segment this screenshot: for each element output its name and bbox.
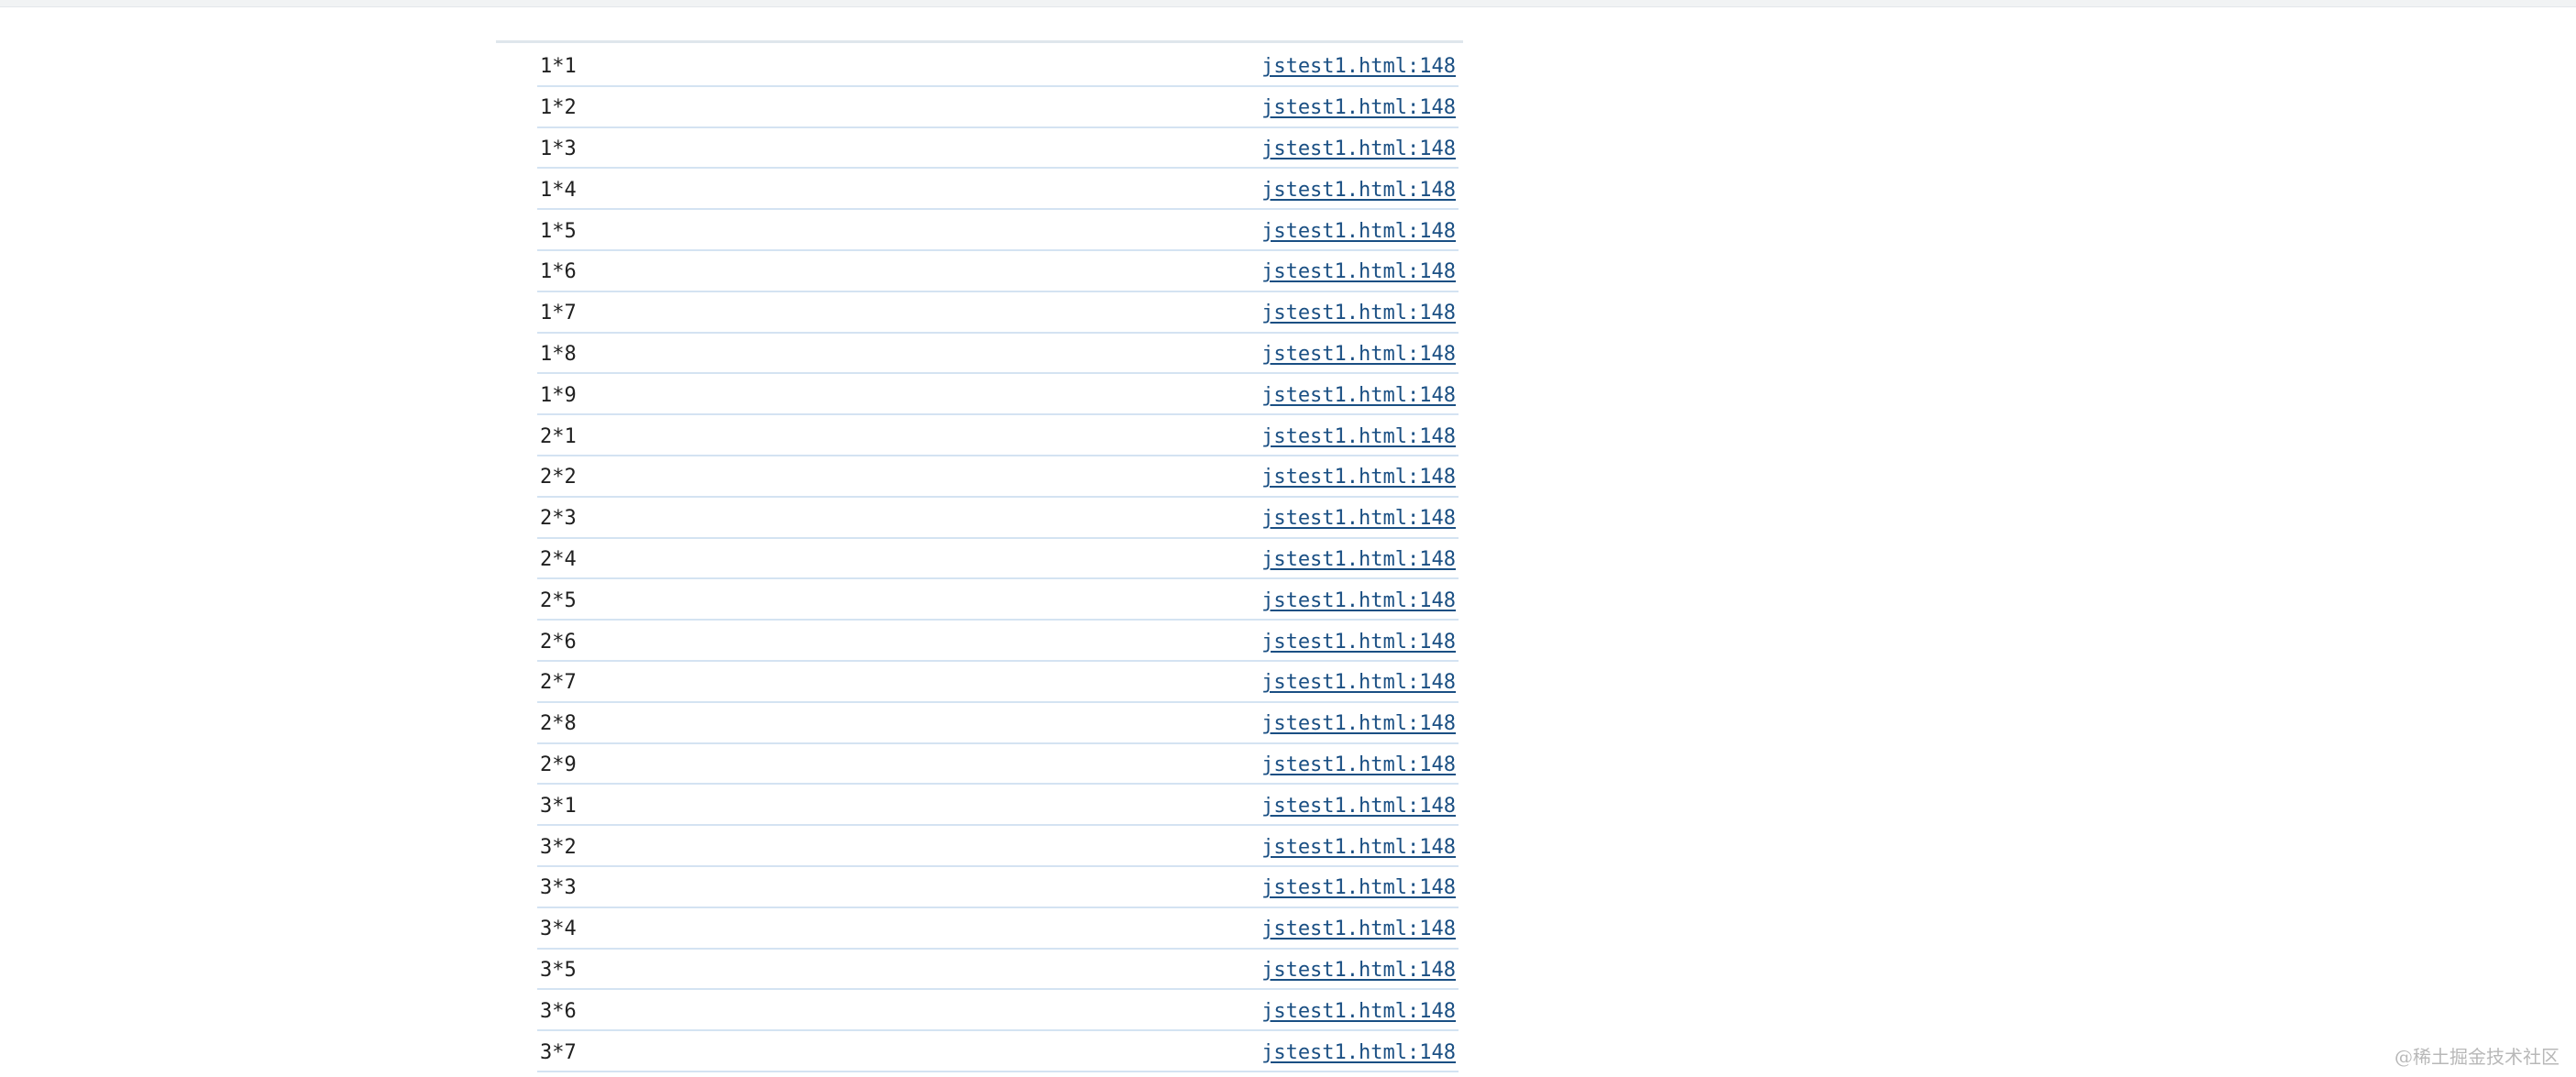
log-message: 1*4: [540, 178, 577, 202]
log-source-link[interactable]: jstest1.html:148: [1261, 1001, 1456, 1022]
log-source-link[interactable]: jstest1.html:148: [1261, 57, 1456, 77]
page: 1*1 jstest1.html:148 1*2 jstest1.html:14…: [0, 0, 2576, 1077]
console-log-row: 1*2 jstest1.html:148: [537, 87, 1459, 128]
console-log-row: 3*5 jstest1.html:148: [537, 950, 1459, 991]
log-source-link[interactable]: jstest1.html:148: [1261, 549, 1456, 570]
console-log-row: 3*3 jstest1.html:148: [537, 867, 1459, 908]
log-message: 3*1: [540, 794, 577, 818]
log-source-link[interactable]: jstest1.html:148: [1261, 180, 1456, 201]
log-message: 2*5: [540, 588, 577, 612]
log-source-link[interactable]: jstest1.html:148: [1261, 221, 1456, 242]
log-message: 3*4: [540, 918, 577, 941]
log-message: 1*7: [540, 302, 577, 325]
console-log-row: 1*1 jstest1.html:148: [537, 46, 1459, 87]
log-message: 3*7: [540, 1040, 577, 1064]
log-message: 1*6: [540, 260, 577, 284]
console-log-row: 2*8 jstest1.html:148: [537, 703, 1459, 744]
log-source-link[interactable]: jstest1.html:148: [1261, 878, 1456, 898]
console-log-row: 2*9 jstest1.html:148: [537, 744, 1459, 786]
log-source-link[interactable]: jstest1.html:148: [1261, 426, 1456, 447]
log-message: 2*1: [540, 424, 577, 448]
log-message: 2*8: [540, 712, 577, 736]
console-log-row: 3*7 jstest1.html:148: [537, 1031, 1459, 1072]
console-log-row: 1*7 jstest1.html:148: [537, 292, 1459, 334]
log-source-link[interactable]: jstest1.html:148: [1261, 714, 1456, 734]
log-source-link[interactable]: jstest1.html:148: [1261, 632, 1456, 653]
log-message: 1*1: [540, 55, 577, 79]
log-source-link[interactable]: jstest1.html:148: [1261, 385, 1456, 406]
console-log-row: 1*6 jstest1.html:148: [537, 251, 1459, 292]
console-log-row: 1*5 jstest1.html:148: [537, 210, 1459, 251]
top-browser-strip: [0, 0, 2576, 7]
log-source-link[interactable]: jstest1.html:148: [1261, 837, 1456, 858]
log-message: 2*4: [540, 547, 577, 571]
log-source-link[interactable]: jstest1.html:148: [1261, 98, 1456, 118]
console-log-row: 1*8 jstest1.html:148: [537, 334, 1459, 375]
log-message: 1*2: [540, 96, 577, 120]
log-message: 1*3: [540, 137, 577, 160]
log-source-link[interactable]: jstest1.html:148: [1261, 919, 1456, 940]
console-log-row: 3*4 jstest1.html:148: [537, 908, 1459, 950]
watermark-text: @稀土掘金技术社区: [2394, 1046, 2559, 1068]
log-message: 3*6: [540, 999, 577, 1023]
log-source-link[interactable]: jstest1.html:148: [1261, 509, 1456, 529]
log-source-link[interactable]: jstest1.html:148: [1261, 796, 1456, 817]
log-source-link[interactable]: jstest1.html:148: [1261, 303, 1456, 324]
log-source-link[interactable]: jstest1.html:148: [1261, 1042, 1456, 1063]
console-log-row: 2*1 jstest1.html:148: [537, 415, 1459, 456]
console-log-row: 2*4 jstest1.html:148: [537, 539, 1459, 580]
log-source-link[interactable]: jstest1.html:148: [1261, 262, 1456, 282]
console-log-row: 2*3 jstest1.html:148: [537, 498, 1459, 539]
console-log-row: 1*9 jstest1.html:148: [537, 374, 1459, 416]
log-source-link[interactable]: jstest1.html:148: [1261, 467, 1456, 488]
log-source-link[interactable]: jstest1.html:148: [1261, 754, 1456, 775]
console-log-row: 2*7 jstest1.html:148: [537, 662, 1459, 703]
console-log-row: 3*6 jstest1.html:148: [537, 990, 1459, 1032]
console-panel: 1*1 jstest1.html:148 1*2 jstest1.html:14…: [496, 40, 1463, 1072]
log-source-link[interactable]: jstest1.html:148: [1261, 344, 1456, 365]
log-message: 1*9: [540, 383, 577, 407]
log-message: 1*5: [540, 219, 577, 243]
log-source-link[interactable]: jstest1.html:148: [1261, 138, 1456, 159]
console-log-row: 2*2 jstest1.html:148: [537, 456, 1459, 498]
log-source-link[interactable]: jstest1.html:148: [1261, 590, 1456, 611]
console-log-row: 1*4 jstest1.html:148: [537, 169, 1459, 211]
log-message: 3*5: [540, 958, 577, 982]
console-log-row: 3*2 jstest1.html:148: [537, 826, 1459, 867]
log-source-link[interactable]: jstest1.html:148: [1261, 673, 1456, 693]
log-message: 3*3: [540, 876, 577, 900]
console-log-row: 2*6 jstest1.html:148: [537, 621, 1459, 662]
log-message: 2*6: [540, 630, 577, 654]
log-message: 2*3: [540, 507, 577, 531]
log-message: 2*9: [540, 753, 577, 776]
log-message: 1*8: [540, 342, 577, 366]
console-log-row: 2*5 jstest1.html:148: [537, 579, 1459, 621]
console-log-list: 1*1 jstest1.html:148 1*2 jstest1.html:14…: [537, 46, 1459, 1072]
log-message: 3*2: [540, 835, 577, 859]
console-log-row: 1*3 jstest1.html:148: [537, 128, 1459, 170]
log-message: 2*2: [540, 466, 577, 489]
console-log-row: 3*1 jstest1.html:148: [537, 785, 1459, 827]
log-source-link[interactable]: jstest1.html:148: [1261, 960, 1456, 981]
log-message: 2*7: [540, 671, 577, 695]
